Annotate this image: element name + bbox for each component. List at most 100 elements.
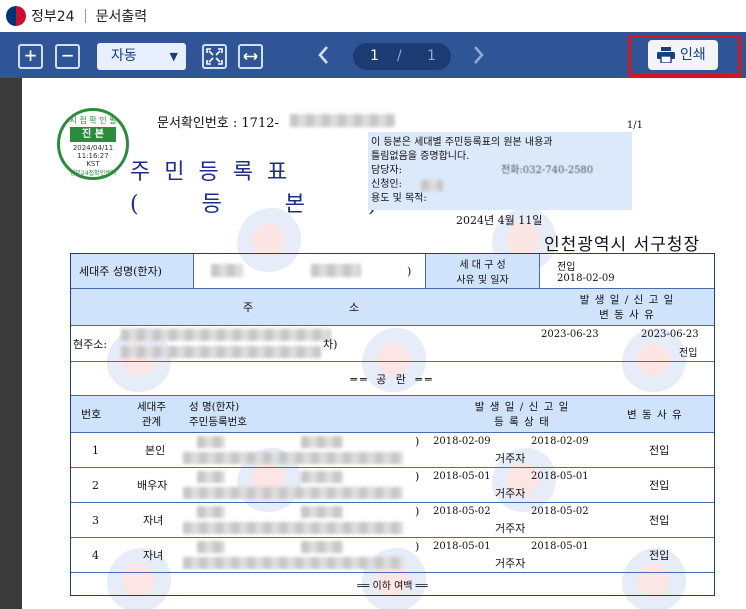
chevron-left-icon (318, 46, 328, 64)
members-header-dates-2: 등 록 상 태 (494, 416, 550, 428)
household-head-label: 세대주 성명(한자) (71, 254, 193, 288)
document-viewer[interactable]: 시 접 확 인 필 진 본 2024/04/11 11:16:27 KST 정부… (0, 78, 746, 609)
minus-icon: − (61, 43, 74, 67)
stamp-bottom-text: 정부24접확인센터 (69, 170, 117, 177)
zoom-out-button[interactable]: − (55, 44, 80, 69)
zoom-in-button[interactable]: + (18, 44, 43, 69)
page-total: 1 (427, 48, 436, 64)
address-header-dates-line2: 변 동 사 유 (599, 309, 655, 321)
fit-width-button[interactable] (238, 44, 263, 69)
household-head-close: ) (407, 264, 412, 278)
notice-officer-row: 담당자: 전화:032-740-2580 (371, 164, 629, 178)
stamp-date: 2024/04/11 (72, 144, 114, 152)
redacted-member-hanja (301, 436, 343, 448)
members-header-dates-1: 발 생 일 / 신 고 일 (474, 401, 570, 413)
member-relation: 본인 (145, 444, 166, 457)
redacted-member-name (197, 436, 225, 448)
page-indicator: 1 / 1 (353, 43, 451, 70)
address-header-so: 소 (349, 301, 360, 314)
redacted-member-hanja (301, 506, 343, 518)
chevron-down-icon: ▼ (169, 50, 178, 63)
member-status: 거주자 (495, 522, 526, 535)
address-header-ju: 주 (243, 301, 254, 314)
zoom-select[interactable]: 자동 ▼ (97, 43, 186, 70)
current-address-row: 현주소: 차) 2023-06-23 2023-06-23 전입 (71, 326, 714, 362)
member-name-close: ) (415, 469, 420, 483)
composition-date: 2018-02-09 (557, 273, 615, 284)
composition-label: 세 대 구 성 사유 및 일자 (426, 254, 539, 288)
members-header-dates: 발 생 일 / 신 고 일 등 록 상 태 (431, 396, 613, 432)
composition-label-line2: 사유 및 일자 (456, 275, 509, 286)
member-occur: 2018-05-02 (433, 505, 491, 517)
member-row: 2 배우자 ) 2018-05-01 2018-05-01 거주자 전입 (71, 468, 714, 503)
document-confirm-number: 문서확인번호 : 1712- (157, 116, 279, 131)
redacted-head-hanja (311, 264, 361, 277)
notice-phone: 전화:032-740-2580 (501, 165, 594, 176)
app-title: 정부24 (31, 9, 75, 25)
gov24-logo-icon (6, 6, 26, 26)
title-separator (84, 9, 86, 23)
member-report: 2018-05-02 (531, 505, 589, 517)
redacted-member-name (197, 541, 225, 553)
composition-label-line1: 세 대 구 성 (459, 260, 506, 271)
stamp-time: 11:16:27 (77, 152, 109, 160)
blank-row: ══ 공 란 ══ (71, 362, 714, 396)
resident-register-table: 세대주 성명(한자) ) 세 대 구 성 사유 및 일자 전입 2018-02-… (70, 253, 715, 596)
notice-applicant-row: 신청인: (371, 178, 629, 192)
member-report: 2018-05-01 (531, 540, 589, 552)
member-name-close: ) (415, 434, 420, 448)
authenticity-stamp: 시 접 확 인 필 진 본 2024/04/11 11:16:27 KST 정부… (57, 108, 129, 180)
member-relation: 자녀 (143, 514, 164, 527)
redacted-address-line2 (121, 346, 321, 358)
fit-width-icon (243, 52, 258, 61)
stamp-mid-text: 진 본 (70, 127, 116, 142)
page-separator: / (397, 48, 402, 64)
member-row: 1 본인 ) 2018-02-09 2018-02-09 거주자 전입 (71, 433, 714, 468)
issuing-authority: 인천광역시 서구청장 (544, 235, 701, 255)
member-name-close: ) (415, 504, 420, 518)
address-header-dates: 발 생 일 / 신 고 일 변 동 사 유 (539, 289, 715, 325)
chevron-right-icon (474, 46, 484, 64)
redacted-member-hanja (301, 471, 343, 483)
print-button[interactable]: 인쇄 (648, 40, 718, 70)
redacted-member-rrn (183, 522, 403, 534)
page-count: 1/1 (626, 120, 643, 131)
current-address-report: 2023-06-23 (641, 328, 699, 340)
next-page-button[interactable] (472, 44, 486, 70)
redacted-head-name (211, 264, 243, 277)
member-no: 2 (92, 478, 99, 492)
print-label: 인쇄 (680, 47, 706, 63)
end-row: ══ 이하 여백 ══ (71, 573, 714, 595)
window-titlebar: 정부24 문서출력 (0, 0, 746, 32)
member-occur: 2018-05-01 (433, 540, 491, 552)
fit-page-button[interactable] (202, 44, 227, 69)
document-title: 주민등록표 (130, 160, 302, 185)
plus-icon: + (24, 43, 37, 67)
notice-applicant-label: 신청인: (371, 179, 402, 190)
notice-officer-label: 담당자: (371, 165, 402, 176)
document-page: 시 접 확 인 필 진 본 2024/04/11 11:16:27 KST 정부… (22, 78, 746, 609)
member-report: 2018-05-01 (531, 470, 589, 482)
page-current-input[interactable]: 1 (370, 43, 379, 70)
composition-value: 전입 2018-02-09 (557, 254, 615, 288)
members-header-row: 번호 세대주 관계 성 명(한자) 주민등록번호 발 생 일 / 신 고 일 등… (71, 396, 714, 433)
viewer-gutter (0, 78, 22, 609)
prev-page-button[interactable] (316, 44, 330, 70)
household-row: 세대주 성명(한자) ) 세 대 구 성 사유 및 일자 전입 2018-02-… (71, 254, 714, 289)
member-occur: 2018-05-01 (433, 470, 491, 482)
redacted-member-rrn (183, 452, 403, 464)
notice-line: 이 등본은 세대별 주민등록표의 원본 내용과 (371, 137, 553, 148)
member-reason: 전입 (649, 444, 670, 457)
member-no: 1 (92, 443, 99, 457)
notice-purpose: 용도 및 목적: (371, 193, 427, 204)
redacted-address-line1 (121, 329, 331, 341)
members-header-name-1: 성 명(한자) (189, 401, 240, 413)
current-address-suffix: 차) (323, 338, 338, 351)
member-name-close: ) (415, 539, 420, 553)
address-header-row: 주 소 발 생 일 / 신 고 일 변 동 사 유 (71, 289, 714, 326)
members-header-name-2: 주민등록번호 (189, 416, 247, 428)
member-no: 4 (92, 548, 99, 562)
member-relation: 배우자 (137, 479, 168, 492)
members-header-name: 성 명(한자) 주민등록번호 (189, 396, 247, 432)
certification-notice: 이 등본은 세대별 주민등록표의 원본 내용과 틀림없음을 증명합니다. 담당자… (368, 132, 632, 210)
